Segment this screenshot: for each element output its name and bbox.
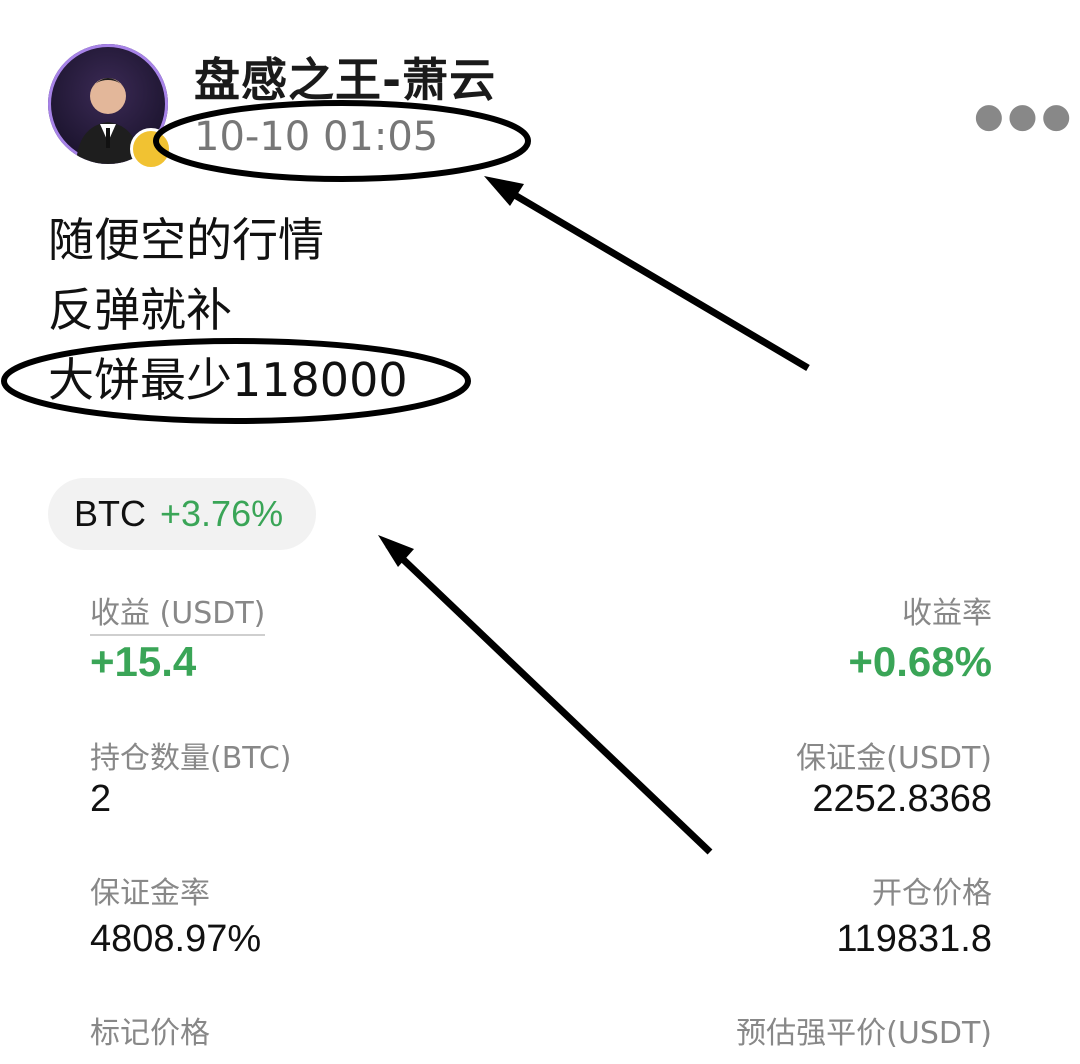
pnl-label[interactable]: 收益 (USDT) bbox=[90, 588, 266, 636]
post-line: 随便空的行情 bbox=[48, 213, 324, 267]
verified-badge-icon bbox=[130, 128, 172, 170]
roi-value: +0.68% bbox=[848, 638, 992, 685]
margin-ratio-value: 4808.97% bbox=[90, 918, 262, 960]
entry-value: 119831.8 bbox=[836, 918, 992, 960]
author-name[interactable]: 盘感之王-萧云 bbox=[194, 44, 496, 110]
liq-label: 预估强平价(USDT) bbox=[736, 1016, 992, 1051]
margin-ratio-label: 保证金率 bbox=[90, 876, 210, 911]
coin-chip[interactable]: BTC +3.76% bbox=[48, 478, 316, 550]
arrow-line bbox=[494, 180, 810, 372]
chip-symbol: BTC bbox=[74, 493, 146, 534]
post-content: 随便空的行情 反弹就补 大饼最少118000 bbox=[48, 205, 408, 415]
more-dots-icon[interactable]: ●●● bbox=[974, 96, 1075, 136]
margin-value: 2252.8368 bbox=[812, 778, 992, 820]
qty-label: 持仓数量(BTC) bbox=[90, 741, 292, 776]
entry-label: 开仓价格 bbox=[872, 876, 992, 911]
post-time: 10-10 01:05 bbox=[194, 114, 439, 160]
qty-value: 2 bbox=[90, 778, 112, 820]
arrow-line bbox=[385, 542, 713, 855]
arrow-head bbox=[484, 176, 524, 206]
mark-label: 标记价格 bbox=[90, 1016, 210, 1051]
margin-label: 保证金(USDT) bbox=[796, 741, 992, 776]
roi-label: 收益率 bbox=[902, 596, 992, 631]
chip-change: +3.76% bbox=[160, 493, 284, 534]
post-line: 大饼最少118000 bbox=[48, 353, 408, 407]
arrow-head bbox=[378, 535, 414, 567]
pnl-value: +15.4 bbox=[90, 638, 197, 685]
post-line: 反弹就补 bbox=[48, 283, 232, 337]
